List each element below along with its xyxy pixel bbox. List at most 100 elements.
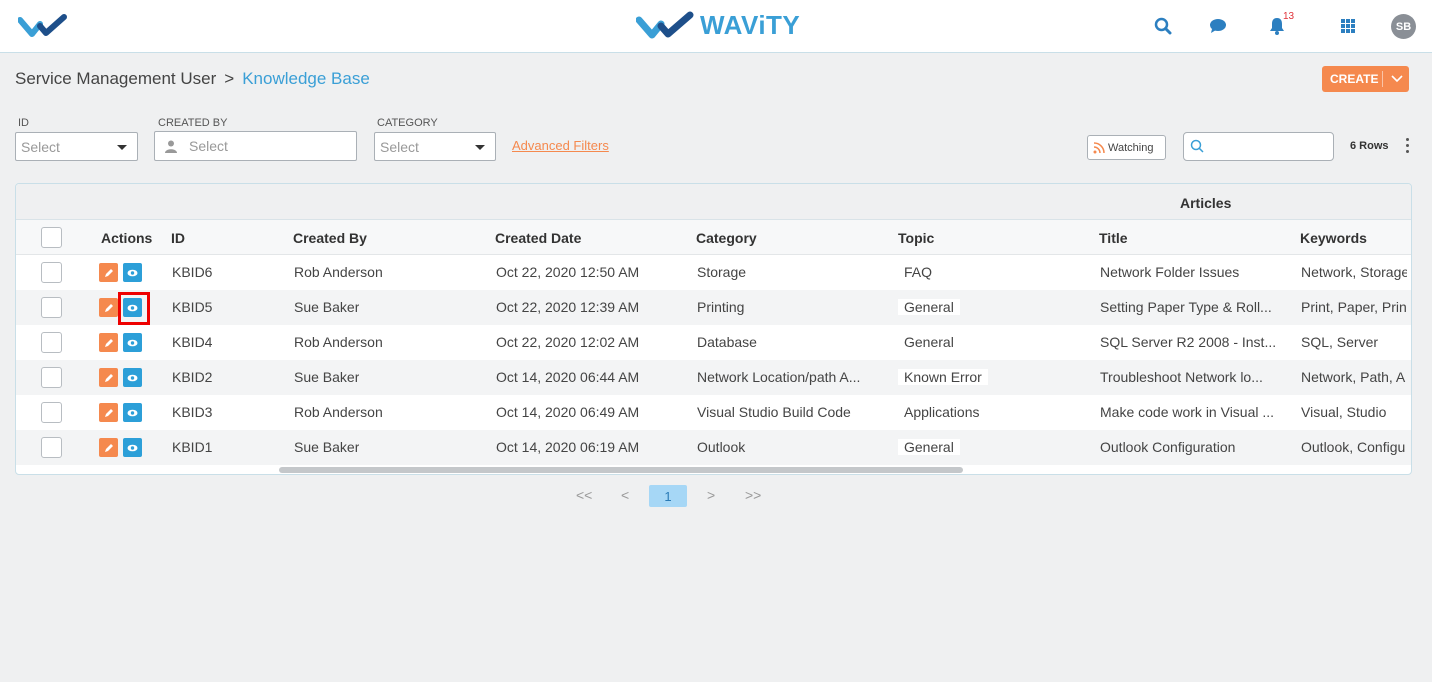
cell-category: Printing [697,299,745,315]
cell-created-by: Sue Baker [294,369,360,385]
created-by-filter-input[interactable]: Select [154,131,357,161]
row-checkbox[interactable] [41,437,62,458]
cell-title: Setting Paper Type & Roll... [1100,299,1272,315]
column-header-actions[interactable]: Actions [101,230,152,246]
view-icon[interactable] [123,403,142,422]
cell-id: KBID1 [172,439,213,455]
column-header-topic[interactable]: Topic [898,230,934,246]
table-row[interactable]: KBID4 Rob Anderson Oct 22, 2020 12:02 AM… [16,325,1411,360]
column-header-keywords[interactable]: Keywords [1300,230,1367,246]
table-row[interactable]: KBID5 Sue Baker Oct 22, 2020 12:39 AM Pr… [16,290,1411,325]
breadcrumb-parent[interactable]: Service Management User [15,69,216,89]
edit-icon[interactable] [99,368,118,387]
create-button-divider [1382,71,1383,87]
cell-keywords: Network, Path, A [1301,369,1406,385]
cell-created-by: Rob Anderson [294,404,383,420]
cell-id: KBID6 [172,264,213,280]
avatar[interactable]: SB [1391,14,1416,39]
watching-button[interactable]: Watching [1087,135,1166,160]
cell-created-date: Oct 14, 2020 06:49 AM [496,404,640,420]
logo-mark-icon[interactable] [17,14,68,43]
apps-grid-icon[interactable] [1336,14,1360,38]
breadcrumb-current[interactable]: Knowledge Base [242,69,370,89]
cell-keywords: Network, Storage [1301,264,1407,280]
row-checkbox[interactable] [41,402,62,423]
table-row[interactable]: KBID3 Rob Anderson Oct 14, 2020 06:49 AM… [16,395,1411,430]
brand-logo: WAViTY [636,10,800,41]
row-checkbox[interactable] [41,297,62,318]
next-page-button[interactable]: > [707,487,715,503]
edit-icon[interactable] [99,263,118,282]
created-by-filter-label: CREATED BY [158,117,228,129]
group-header-label: Articles [1180,195,1232,211]
view-icon[interactable] [123,438,142,457]
cell-topic: FAQ [898,264,939,280]
cell-topic: General [898,439,960,455]
cell-topic: General [898,334,960,350]
search-icon[interactable] [1151,14,1175,38]
caret-down-icon [117,145,127,150]
cell-id: KBID3 [172,404,213,420]
cell-title: SQL Server R2 2008 - Inst... [1100,334,1277,350]
last-page-button[interactable]: >> [745,487,761,503]
view-icon[interactable] [123,333,142,352]
table-row[interactable]: KBID1 Sue Baker Oct 14, 2020 06:19 AM Ou… [16,430,1411,465]
column-header-category[interactable]: Category [696,230,757,246]
cell-topic: Known Error [898,369,988,385]
pagination: << < 1 > >> [0,485,1432,507]
create-button-label: CREATE [1330,72,1379,86]
edit-icon[interactable] [99,333,118,352]
cell-title: Network Folder Issues [1100,264,1240,280]
search-icon [1190,139,1204,158]
view-icon[interactable] [123,263,142,282]
row-checkbox[interactable] [41,367,62,388]
highlight-box [118,292,150,325]
id-filter-select[interactable]: Select [15,132,138,161]
cell-title: Outlook Configuration [1100,439,1236,455]
brand-name: WAViTY [700,10,801,40]
first-page-button[interactable]: << [576,487,592,503]
table-row[interactable]: KBID6 Rob Anderson Oct 22, 2020 12:50 AM… [16,255,1411,290]
breadcrumb-separator: > [224,69,235,88]
cell-title: Make code work in Visual ... [1100,404,1275,420]
current-page-button[interactable]: 1 [649,485,687,507]
chat-icon[interactable] [1206,14,1230,38]
cell-id: KBID4 [172,334,213,350]
row-checkbox[interactable] [41,332,62,353]
prev-page-button[interactable]: < [621,487,629,503]
row-checkbox[interactable] [41,262,62,283]
watching-label: Watching [1108,141,1154,154]
table-row[interactable]: KBID2 Sue Baker Oct 14, 2020 06:44 AM Ne… [16,360,1411,395]
select-all-checkbox[interactable] [41,227,62,248]
edit-icon[interactable] [99,298,118,317]
advanced-filters-link[interactable]: Advanced Filters [512,138,609,153]
top-bar: WAViTY 13 SB [0,0,1432,53]
notification-count: 13 [1283,11,1295,22]
id-filter-value: Select [21,138,60,155]
cell-id: KBID5 [172,299,213,315]
cell-created-date: Oct 22, 2020 12:02 AM [496,334,640,350]
cell-title: Troubleshoot Network lo... [1100,369,1263,385]
column-header-created-date[interactable]: Created Date [495,230,581,246]
edit-icon[interactable] [99,438,118,457]
column-header-title[interactable]: Title [1099,230,1128,246]
horizontal-scrollbar[interactable] [279,467,963,473]
articles-table: Articles Actions ID Created By Created D… [15,183,1412,475]
cell-created-date: Oct 22, 2020 12:39 AM [496,299,640,315]
create-button[interactable]: CREATE [1322,66,1409,92]
cell-created-by: Rob Anderson [294,334,383,350]
edit-icon[interactable] [99,403,118,422]
view-icon[interactable] [123,368,142,387]
cell-topic: General [898,299,960,315]
cell-created-by: Rob Anderson [294,264,383,280]
category-filter-select[interactable]: Select [374,132,496,161]
chevron-down-icon[interactable] [1391,73,1403,87]
column-header-id[interactable]: ID [171,230,185,246]
group-header: Articles [16,184,1411,220]
search-input[interactable] [1183,132,1334,161]
cell-topic: Applications [898,404,986,420]
id-filter-label: ID [18,117,29,129]
more-options-icon[interactable] [1404,138,1410,154]
column-header-row: Actions ID Created By Created Date Categ… [16,220,1411,255]
column-header-created-by[interactable]: Created By [293,230,367,246]
